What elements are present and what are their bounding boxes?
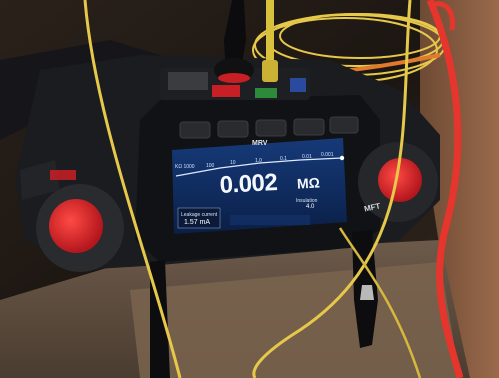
terminal-panel (168, 72, 208, 90)
terminal-green (255, 88, 277, 98)
lead-value: 1.57 mA (184, 219, 211, 226)
strap-clip (360, 285, 374, 300)
left-knob (49, 199, 103, 253)
terminal-blue (290, 78, 306, 92)
scale-tick-1: KΩ 1000 (175, 164, 195, 170)
yellow-plug (262, 60, 278, 82)
right-value: 4.0 (306, 204, 315, 210)
mode-label: MRV (252, 140, 268, 147)
scale-tick-4: 1.0 (255, 158, 262, 164)
scale-pointer (339, 155, 345, 161)
scale-tick-7: 0.001 (321, 152, 334, 158)
terminal-red (212, 85, 240, 97)
red-ring (218, 73, 250, 83)
yellow-lead (266, 0, 274, 70)
scale-tick-2: 100 (206, 163, 215, 169)
scale-tick-5: 0.1 (280, 156, 287, 162)
lead-label: Leakage current (181, 212, 218, 218)
bottom-bar (230, 215, 310, 225)
scale-tick-3: 10 (230, 160, 236, 166)
reading-unit: MΩ (296, 174, 321, 192)
reading-value: 0.002 (219, 168, 278, 199)
scale-tick-6: 0.01 (302, 154, 312, 160)
left-badge (50, 170, 76, 180)
